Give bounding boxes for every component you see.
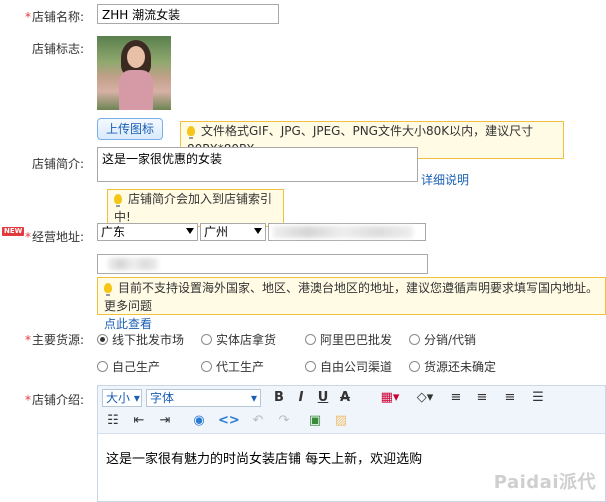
address-label: *经营地址: <box>0 228 84 245</box>
dropdown-arrow-icon <box>254 228 262 234</box>
supply-option-self-produce[interactable]: 自己生产 <box>97 358 160 375</box>
paidai-watermark: Paidai派代 <box>493 472 596 493</box>
radio-icon <box>409 361 420 372</box>
lightbulb-icon <box>114 194 122 207</box>
detail-link[interactable]: 详细说明 <box>421 171 469 188</box>
supply-option-undetermined[interactable]: 货源还未确定 <box>409 358 496 375</box>
underline-icon[interactable]: U <box>316 391 330 405</box>
supply-option-alibaba[interactable]: 阿里巴巴批发 <box>305 331 392 348</box>
store-name-label: *店铺名称: <box>0 8 84 25</box>
eraser-icon[interactable]: ▨ <box>334 414 348 428</box>
store-name-label-text: 店铺名称: <box>31 10 84 24</box>
font-family-select[interactable]: 字体 ▾ <box>146 389 261 407</box>
address-label-text: 经营地址: <box>31 230 84 244</box>
strikethrough-icon[interactable]: A <box>338 391 352 405</box>
supply-option-distribution[interactable]: 分销/代销 <box>409 331 476 348</box>
editor-content[interactable]: 这是一家很有魅力的时尚女装店铺 每天上新，欢迎选购 <box>106 448 422 467</box>
bold-icon[interactable]: B <box>272 391 286 405</box>
supply-option-physical-store[interactable]: 实体店拿货 <box>201 331 276 348</box>
supply-label-text: 主要货源: <box>31 333 84 347</box>
font-size-select[interactable]: 大小 ▾ <box>102 389 142 407</box>
province-value: 广东 <box>101 225 126 239</box>
city-select[interactable]: 广州 <box>200 223 266 241</box>
supply-option-wholesale-market[interactable]: 线下批发市场 <box>97 331 184 348</box>
city-value: 广州 <box>204 225 229 239</box>
redacted-address <box>108 258 158 270</box>
redacted-district <box>273 226 413 238</box>
shop-desc-label: *店铺介绍: <box>0 391 84 408</box>
redo-icon[interactable]: ↷ <box>277 414 291 428</box>
store-logo-image <box>97 36 171 110</box>
district-select[interactable] <box>268 223 426 241</box>
supply-option-own-channel[interactable]: 自由公司渠道 <box>305 358 392 375</box>
highlight-color-icon[interactable]: ◇▾ <box>414 391 436 405</box>
image-icon[interactable]: ▣ <box>308 414 322 428</box>
undo-icon[interactable]: ↶ <box>251 414 265 428</box>
upload-logo-button[interactable]: 上传图标 <box>97 118 163 140</box>
outdent-icon[interactable]: ⇤ <box>132 414 146 428</box>
required-mark: * <box>24 393 31 407</box>
required-mark: * <box>24 230 31 244</box>
radio-icon <box>409 334 420 345</box>
lightbulb-icon <box>104 283 112 296</box>
align-center-icon[interactable]: ≡ <box>475 391 489 405</box>
radio-icon <box>305 334 316 345</box>
radio-icon <box>305 361 316 372</box>
supply-label: *主要货源: <box>0 331 84 348</box>
radio-selected-icon <box>97 334 108 345</box>
dropdown-arrow-icon <box>186 228 194 234</box>
store-intro-textarea[interactable]: 这是一家很优惠的女装 <box>97 147 418 182</box>
click-here-link[interactable]: 点此查看 <box>104 317 152 331</box>
ordered-list-icon[interactable]: ☷ <box>106 414 120 428</box>
list-icon[interactable]: ☰ <box>531 391 545 405</box>
radio-icon <box>201 334 212 345</box>
source-code-icon[interactable]: <> <box>218 414 240 428</box>
italic-icon[interactable]: I <box>294 391 308 405</box>
radio-icon <box>97 361 108 372</box>
align-right-icon[interactable]: ≡ <box>503 391 517 405</box>
required-mark: * <box>24 333 31 347</box>
province-select[interactable]: 广东 <box>97 223 198 241</box>
lightbulb-icon <box>187 126 195 139</box>
supply-option-oem[interactable]: 代工生产 <box>201 358 264 375</box>
store-intro-label: 店铺简介: <box>31 157 84 171</box>
font-color-icon[interactable]: ▦▾ <box>379 391 401 405</box>
editor-toolbar: 大小 ▾ 字体 ▾ B I U A ▦▾ ◇▾ ≡ ≡ ≡ ☰ ☷ ⇤ ⇥ ◉ <… <box>98 386 605 434</box>
shop-desc-label-text: 店铺介绍: <box>31 393 84 407</box>
intro-index-tip-text: 店铺简介会加入到店铺索引中! <box>114 192 273 224</box>
address-tip: 目前不支持设置海外国家、地区、港澳台地区的地址，建议您遵循声明要求填写国内地址。… <box>97 277 606 331</box>
store-logo-label: 店铺标志: <box>31 42 84 56</box>
radio-icon <box>201 361 212 372</box>
indent-icon[interactable]: ⇥ <box>158 414 172 428</box>
align-left-icon[interactable]: ≡ <box>449 391 463 405</box>
store-name-input[interactable] <box>97 4 279 24</box>
intro-index-tip: 店铺简介会加入到店铺索引中! <box>107 189 284 227</box>
address-tip-text: 目前不支持设置海外国家、地区、港澳台地区的地址，建议您遵循声明要求填写国内地址。… <box>104 281 599 313</box>
link-globe-icon[interactable]: ◉ <box>192 414 206 428</box>
required-mark: * <box>24 10 31 24</box>
